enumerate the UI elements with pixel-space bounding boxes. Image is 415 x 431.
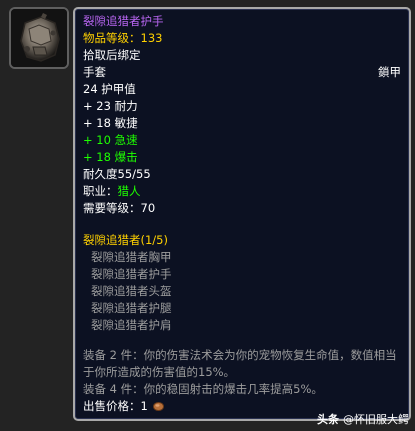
watermark-brand: 头条 bbox=[317, 413, 339, 426]
armor-value: 24 护甲值 bbox=[83, 82, 136, 96]
item-name: 裂隙追猎者护手 bbox=[83, 14, 164, 28]
copper-coin-icon bbox=[152, 402, 164, 411]
sell-price-amount: 1 bbox=[140, 399, 148, 413]
set-piece: 裂隙追猎者头盔 bbox=[91, 284, 172, 298]
slot-label: 手套 bbox=[83, 65, 106, 79]
armor-type-label: 鎖甲 bbox=[378, 65, 401, 79]
set-name: 裂隙追猎者 bbox=[83, 233, 141, 247]
leather-glove-icon[interactable] bbox=[9, 7, 69, 69]
set-piece: 裂隙追猎者护肩 bbox=[91, 318, 172, 332]
watermark: 头条 @怀旧服大鳄 bbox=[317, 411, 409, 427]
set-piece: 裂隙追猎者护手 bbox=[91, 267, 172, 281]
set-title: 裂隙追猎者(1/5) bbox=[83, 233, 168, 248]
binding-text: 拾取后绑定 bbox=[83, 48, 141, 62]
stat-haste: + 10 急速 bbox=[83, 133, 138, 147]
set-bonus-4: 装备 4 件：你的稳固射击的爆击几率提高5%。 bbox=[83, 382, 323, 396]
set-piece: 裂隙追猎者胸甲 bbox=[91, 250, 172, 264]
item-level: 物品等级：133 bbox=[83, 31, 163, 45]
set-bonus-2: 装备 2 件：你的伤害法术会为你的宠物恢复生命值，数值相当于你所造成的伤害值的1… bbox=[83, 348, 397, 379]
set-piece: 裂隙追猎者护腿 bbox=[91, 301, 172, 315]
watermark-account: @怀旧服大鳄 bbox=[343, 413, 409, 426]
sell-price: 出售价格：1 bbox=[83, 399, 164, 414]
class-label: 职业： bbox=[83, 184, 118, 198]
required-level: 需要等级：70 bbox=[83, 201, 156, 215]
glove-graphic bbox=[11, 9, 67, 67]
stat-agility: + 18 敏捷 bbox=[83, 116, 138, 130]
sell-price-label: 出售价格： bbox=[83, 399, 141, 413]
class-value: 猎人 bbox=[117, 184, 141, 198]
stat-crit: + 18 爆击 bbox=[83, 150, 138, 164]
stat-stamina: + 23 耐力 bbox=[83, 99, 138, 113]
class-requirement: 职业：猎人 bbox=[83, 184, 141, 199]
screenshot-stage: 裂隙追猎者护手 物品等级：133 拾取后绑定 手套 鎖甲 24 护甲值 + 23… bbox=[0, 0, 415, 431]
durability: 耐久度55/55 bbox=[83, 167, 151, 181]
set-count: (1/5) bbox=[140, 233, 168, 247]
item-tooltip: 裂隙追猎者护手 物品等级：133 拾取后绑定 手套 鎖甲 24 护甲值 + 23… bbox=[73, 7, 411, 421]
